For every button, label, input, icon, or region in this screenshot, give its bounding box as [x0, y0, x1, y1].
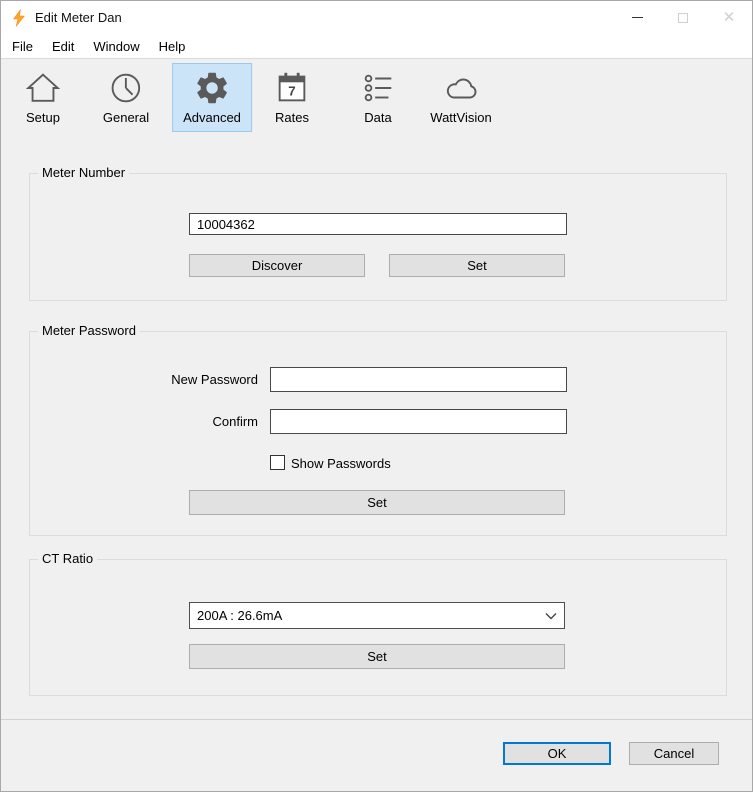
discover-button[interactable]: Discover: [189, 254, 365, 277]
meter-number-set-button[interactable]: Set: [389, 254, 565, 277]
toolbar-item-rates[interactable]: 7 Rates: [262, 63, 322, 132]
meter-number-group-label: Meter Number: [38, 165, 129, 180]
window-controls: ✕: [614, 1, 752, 34]
password-set-button[interactable]: Set: [189, 490, 565, 515]
home-icon: [24, 69, 62, 107]
ct-ratio-set-button[interactable]: Set: [189, 644, 565, 669]
minimize-icon: [632, 17, 643, 18]
toolbar-label-rates: Rates: [275, 110, 309, 125]
toolbar-label-advanced: Advanced: [183, 110, 241, 125]
ok-button[interactable]: OK: [503, 742, 611, 765]
calendar-icon: 7: [273, 69, 311, 107]
menubar: File Edit Window Help: [1, 34, 752, 59]
ct-ratio-group: CT Ratio 200A : 26.6mA Set: [29, 559, 727, 696]
menu-edit[interactable]: Edit: [52, 39, 74, 54]
list-icon: [359, 69, 397, 107]
meter-number-group: Meter Number Discover Set: [29, 173, 727, 301]
cloud-icon: [442, 69, 480, 107]
titlebar: Edit Meter Dan ✕: [1, 1, 752, 34]
toolbar-item-setup[interactable]: Setup: [13, 63, 73, 132]
chevron-down-icon: [545, 612, 557, 620]
footer-separator: [1, 719, 752, 720]
toolbar-label-data: Data: [364, 110, 391, 125]
minimize-button[interactable]: [614, 1, 660, 34]
maximize-button[interactable]: [660, 1, 706, 34]
close-icon: ✕: [723, 10, 736, 25]
edit-meter-window: Edit Meter Dan ✕ File Edit Window Help S…: [0, 0, 753, 792]
toolbar-label-general: General: [103, 110, 149, 125]
maximize-icon: [678, 13, 688, 23]
confirm-password-input[interactable]: [270, 409, 567, 434]
clock-icon: [107, 69, 145, 107]
window-title: Edit Meter Dan: [35, 10, 122, 25]
toolbar-label-wattvision: WattVision: [430, 110, 491, 125]
menu-file[interactable]: File: [12, 39, 33, 54]
meter-password-group-label: Meter Password: [38, 323, 140, 338]
meter-number-input[interactable]: [189, 213, 567, 235]
ct-ratio-dropdown[interactable]: 200A : 26.6mA: [189, 602, 565, 629]
calendar-day-number: 7: [288, 84, 295, 99]
new-password-input[interactable]: [270, 367, 567, 392]
new-password-label: New Password: [130, 372, 258, 387]
cancel-button[interactable]: Cancel: [629, 742, 719, 765]
lightning-bolt-icon: [11, 9, 27, 27]
ct-ratio-selected-value: 200A : 26.6mA: [197, 608, 282, 623]
toolbar-item-advanced[interactable]: Advanced: [172, 63, 252, 132]
show-passwords-label: Show Passwords: [291, 456, 391, 471]
menu-help[interactable]: Help: [159, 39, 186, 54]
menu-window[interactable]: Window: [93, 39, 139, 54]
meter-password-group: Meter Password New Password Confirm Show…: [29, 331, 727, 536]
toolbar-item-general[interactable]: General: [92, 63, 160, 132]
gear-icon: [193, 69, 231, 107]
show-passwords-checkbox[interactable]: [270, 455, 285, 470]
toolbar-item-data[interactable]: Data: [348, 63, 408, 132]
toolbar-label-setup: Setup: [26, 110, 60, 125]
confirm-label: Confirm: [130, 414, 258, 429]
toolbar-item-wattvision[interactable]: WattVision: [419, 63, 502, 132]
close-button[interactable]: ✕: [706, 1, 752, 34]
ct-ratio-group-label: CT Ratio: [38, 551, 97, 566]
